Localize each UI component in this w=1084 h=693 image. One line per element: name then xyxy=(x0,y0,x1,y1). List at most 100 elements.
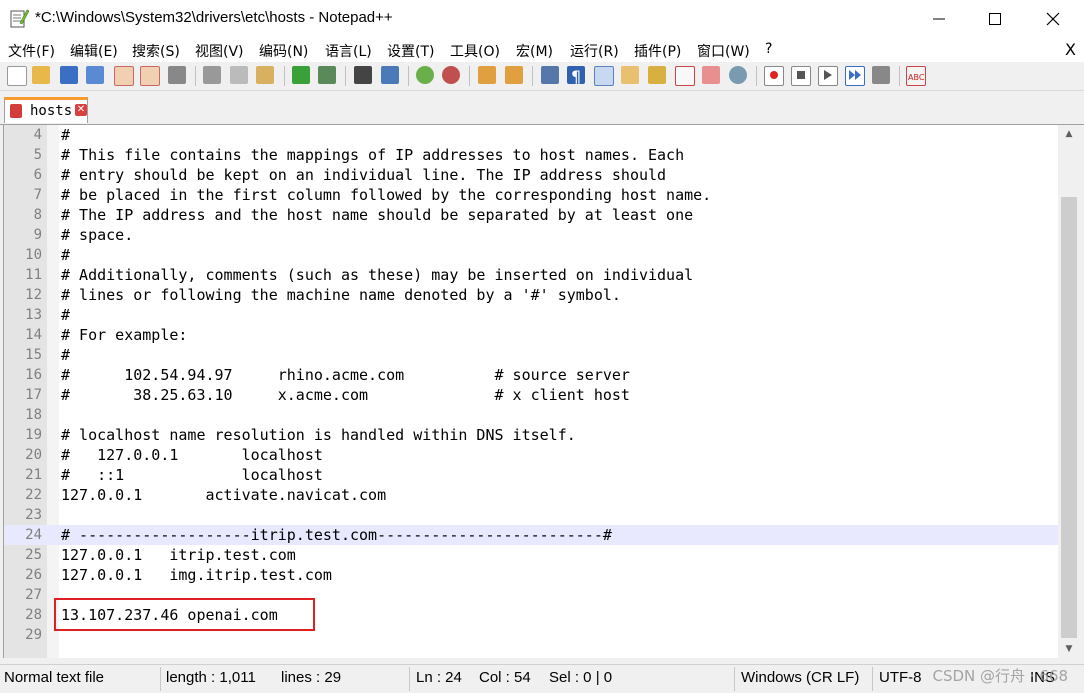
status-bar: Normal text file length : 1,011 lines : … xyxy=(0,664,1084,693)
code-line[interactable]: 21 # ::1 localhost xyxy=(4,465,1059,485)
status-separator xyxy=(409,667,410,691)
line-text: 127.0.0.1 img.itrip.test.com xyxy=(61,566,332,584)
line-text: # 38.25.63.10 x.acme.com # x client host xyxy=(61,386,630,404)
line-number: 22 xyxy=(25,487,42,503)
line-text: # ::1 localhost xyxy=(61,466,323,484)
code-line[interactable]: 6 # entry should be kept on an individual… xyxy=(4,165,1059,185)
tab-bar: hosts ✕ xyxy=(0,91,1084,125)
line-number: 13 xyxy=(25,307,42,323)
svg-text:ABC: ABC xyxy=(908,73,925,82)
menu-macro[interactable]: 宏(M) xyxy=(516,41,553,61)
line-number: 20 xyxy=(25,447,42,463)
menu-close-doc-button[interactable]: X xyxy=(1065,40,1076,59)
line-text: # xyxy=(61,246,71,264)
menu-help[interactable]: ? xyxy=(765,41,772,57)
code-line[interactable]: 4 # xyxy=(4,125,1059,145)
scroll-up-icon[interactable]: ▲ xyxy=(1058,125,1080,143)
menu-plugins[interactable]: 插件(P) xyxy=(634,41,681,61)
status-encoding[interactable]: UTF-8 xyxy=(879,669,922,686)
code-line[interactable]: 25 127.0.0.1 itrip.test.com xyxy=(4,545,1059,565)
scroll-down-icon[interactable]: ▼ xyxy=(1058,640,1080,658)
line-number: 26 xyxy=(25,567,42,583)
status-length: length : 1,011 xyxy=(166,669,256,686)
menu-encoding[interactable]: 编码(N) xyxy=(259,41,308,61)
line-text: # 127.0.0.1 localhost xyxy=(61,446,323,464)
line-number: 29 xyxy=(25,627,42,643)
close-icon xyxy=(1046,12,1060,26)
code-line[interactable]: 18 xyxy=(4,405,1059,425)
code-line[interactable]: 26 127.0.0.1 img.itrip.test.com xyxy=(4,565,1059,585)
line-text: # This file contains the mappings of IP … xyxy=(61,146,685,164)
line-number: 9 xyxy=(33,227,42,243)
status-ln: Ln : 24 xyxy=(416,669,462,686)
line-text: # localhost name resolution is handled w… xyxy=(61,426,576,444)
line-number: 11 xyxy=(25,267,42,283)
line-text: # entry should be kept on an individual … xyxy=(61,166,667,184)
code-line[interactable]: 22 127.0.0.1 activate.navicat.com xyxy=(4,485,1059,505)
status-eol[interactable]: Windows (CR LF) xyxy=(741,669,859,686)
line-number: 15 xyxy=(25,347,42,363)
code-line[interactable]: 11 # Additionally, comments (such as thes… xyxy=(4,265,1059,285)
line-text: # be placed in the first column followed… xyxy=(61,186,712,204)
close-button[interactable] xyxy=(1024,0,1082,38)
menu-view[interactable]: 视图(V) xyxy=(195,41,244,61)
code-line[interactable]: 16 # 102.54.94.97 rhino.acme.com # source… xyxy=(4,365,1059,385)
unsaved-file-icon xyxy=(10,104,22,118)
menu-run[interactable]: 运行(R) xyxy=(570,41,619,61)
tab-hosts[interactable]: hosts ✕ xyxy=(4,97,88,123)
line-text: # lines or following the machine name de… xyxy=(61,286,621,304)
tab-close-icon[interactable]: ✕ xyxy=(75,104,87,116)
menu-search[interactable]: 搜索(S) xyxy=(132,41,180,61)
menu-file[interactable]: 文件(F) xyxy=(8,41,55,61)
code-line[interactable]: 7 # be placed in the first column followe… xyxy=(4,185,1059,205)
line-number: 23 xyxy=(25,507,42,523)
code-line[interactable]: 14 # For example: xyxy=(4,325,1059,345)
code-line[interactable]: 24 # -------------------itrip.test.com---… xyxy=(4,525,1059,545)
status-file-type: Normal text file xyxy=(4,669,105,686)
status-lines: lines : 29 xyxy=(281,669,342,686)
line-number: 25 xyxy=(25,547,42,563)
line-number: 4 xyxy=(33,127,42,143)
menu-bar: 文件(F) 编辑(E) 搜索(S) 视图(V) 编码(N) 语言(L) 设置(T… xyxy=(0,38,1084,62)
line-number: 6 xyxy=(33,167,42,183)
line-number: 17 xyxy=(25,387,42,403)
title-bar: *C:\Windows\System32\drivers\etc\hosts -… xyxy=(0,0,1084,38)
code-line[interactable]: 10 # xyxy=(4,245,1059,265)
line-text: 127.0.0.1 itrip.test.com xyxy=(61,546,296,564)
line-number: 24 xyxy=(25,527,42,543)
code-line[interactable]: 9 # space. xyxy=(4,225,1059,245)
code-line[interactable]: 15 # xyxy=(4,345,1059,365)
menu-edit[interactable]: 编辑(E) xyxy=(70,41,118,61)
scrollbar-thumb[interactable] xyxy=(1061,197,1077,638)
code-line[interactable]: 8 # The IP address and the host name shou… xyxy=(4,205,1059,225)
menu-tools[interactable]: 工具(O) xyxy=(450,41,500,61)
menu-settings[interactable]: 设置(T) xyxy=(387,41,434,61)
code-line[interactable]: 13 # xyxy=(4,305,1059,325)
svg-text:¶: ¶ xyxy=(571,67,581,86)
code-line[interactable]: 19 # localhost name resolution is handled… xyxy=(4,425,1059,445)
status-separator xyxy=(872,667,873,691)
line-number: 10 xyxy=(25,247,42,263)
line-text: # xyxy=(61,306,71,324)
editor[interactable]: 4 #5 # This file contains the mappings of … xyxy=(3,125,1059,658)
minimize-icon xyxy=(933,18,945,20)
code-line[interactable]: 17 # 38.25.63.10 x.acme.com # x client ho… xyxy=(4,385,1059,405)
menu-language[interactable]: 语言(L) xyxy=(325,41,372,61)
vertical-scrollbar[interactable]: ▲ ▼ xyxy=(1058,125,1080,658)
code-line[interactable]: 23 xyxy=(4,505,1059,525)
maximize-button[interactable] xyxy=(966,0,1024,38)
tab-hosts-label: hosts xyxy=(30,103,73,119)
status-sel: Sel : 0 | 0 xyxy=(549,669,613,686)
line-text: # For example: xyxy=(61,326,188,344)
minimize-button[interactable] xyxy=(910,0,968,38)
code-line[interactable]: 20 # 127.0.0.1 localhost xyxy=(4,445,1059,465)
window-title: *C:\Windows\System32\drivers\etc\hosts -… xyxy=(35,9,393,26)
csdn-watermark: CSDN @行舟 · 668 xyxy=(932,667,1068,685)
line-text: # 102.54.94.97 rhino.acme.com # source s… xyxy=(61,366,630,384)
line-text: # space. xyxy=(61,226,134,244)
menu-window[interactable]: 窗口(W) xyxy=(697,41,750,61)
line-number: 8 xyxy=(33,207,42,223)
code-line[interactable]: 5 # This file contains the mappings of IP… xyxy=(4,145,1059,165)
status-col: Col : 54 xyxy=(479,669,531,686)
code-line[interactable]: 12 # lines or following the machine name … xyxy=(4,285,1059,305)
